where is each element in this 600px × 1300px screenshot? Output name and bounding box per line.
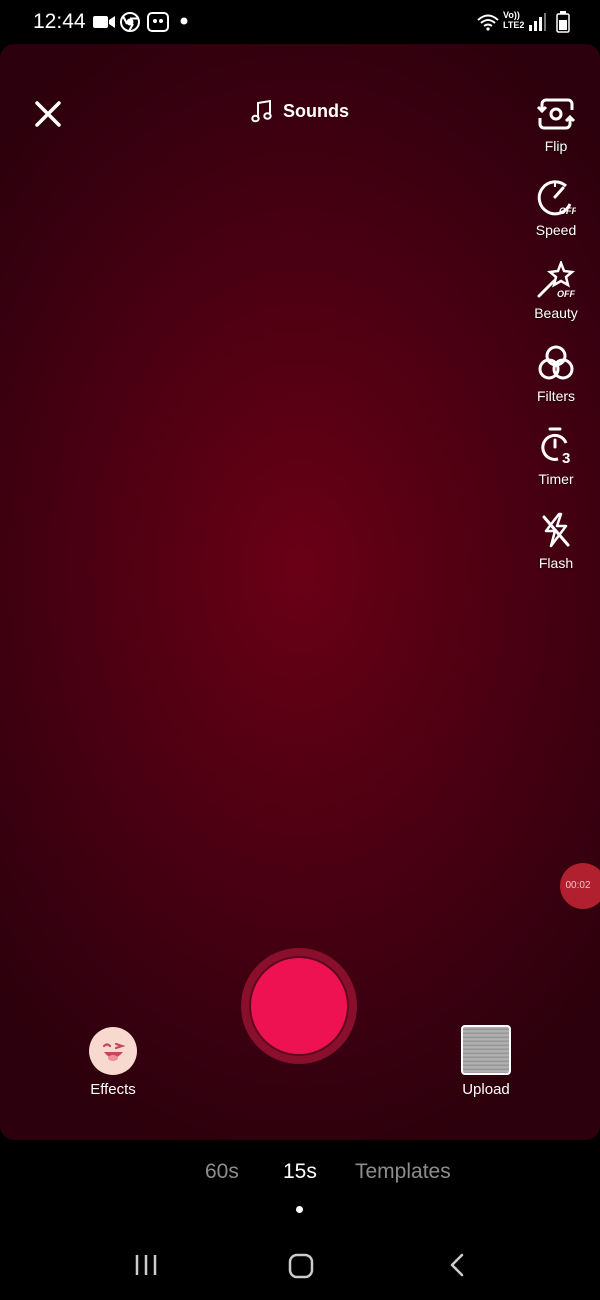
upload-thumbnail (461, 1025, 511, 1075)
filters-label: Filters (536, 388, 576, 404)
lte-label: LTE2 (503, 20, 525, 30)
effects-thumbnail (89, 1027, 137, 1075)
home-icon[interactable] (287, 1252, 315, 1280)
flash-label: Flash (538, 555, 574, 571)
app-notification-icon (147, 12, 169, 32)
record-button-core (251, 958, 347, 1054)
flip-button[interactable]: Flip (516, 96, 596, 154)
sounds-label: Sounds (283, 100, 349, 121)
winking-face-icon (102, 1042, 126, 1061)
beauty-label: Beauty (534, 305, 578, 321)
filters-icon (538, 345, 574, 380)
beauty-wand-icon: OFF (537, 261, 575, 299)
notification-dot-icon (180, 17, 188, 25)
filters-button[interactable]: Filters (516, 344, 596, 404)
speed-label: Speed (535, 222, 577, 238)
status-bar: 12:44 Vo)) LTE2 (0, 0, 600, 44)
music-note-icon (251, 99, 272, 123)
recent-apps-icon[interactable] (133, 1252, 159, 1278)
timer-button[interactable]: 3 Timer (516, 427, 596, 487)
speed-icon: OFF (537, 180, 576, 216)
status-time: 12:44 (33, 10, 86, 33)
flip-label: Flip (544, 138, 568, 154)
speed-off-badge: OFF (559, 206, 576, 216)
timer-badge: 3 (562, 450, 570, 465)
record-button[interactable] (241, 948, 357, 1064)
mode-15s[interactable]: 15s (283, 1160, 317, 1184)
beauty-button[interactable]: OFF Beauty (516, 261, 596, 321)
upload-label: Upload (462, 1081, 510, 1098)
signal-icon (529, 13, 546, 31)
timer-icon: 3 (541, 427, 570, 465)
wifi-icon (477, 14, 499, 31)
volte-label: Vo)) (503, 10, 520, 20)
sounds-button[interactable]: Sounds (0, 99, 600, 128)
beauty-off-badge: OFF (557, 289, 575, 299)
chrome-icon (120, 12, 140, 32)
flash-button[interactable]: Flash (516, 511, 596, 571)
recording-mode-selector: 60s 15s Templates (0, 1160, 600, 1190)
speed-button[interactable]: OFF Speed (516, 178, 596, 238)
battery-icon (556, 11, 570, 33)
effects-label: Effects (90, 1081, 136, 1098)
video-camera-icon (93, 16, 115, 28)
flip-camera-icon (536, 98, 576, 130)
recording-timer-badge: 00:02 (560, 863, 600, 909)
mode-60s[interactable]: 60s (205, 1160, 239, 1184)
back-icon[interactable] (446, 1252, 470, 1278)
effects-button[interactable]: Effects (80, 1027, 146, 1098)
mode-templates[interactable]: Templates (355, 1160, 451, 1184)
flash-off-icon (542, 512, 570, 548)
network-type-label: Vo)) LTE2 (503, 10, 524, 30)
timer-label: Timer (538, 471, 574, 487)
active-mode-indicator (296, 1206, 303, 1213)
upload-button[interactable]: Upload (450, 1025, 522, 1098)
system-nav-bar (0, 1230, 600, 1300)
